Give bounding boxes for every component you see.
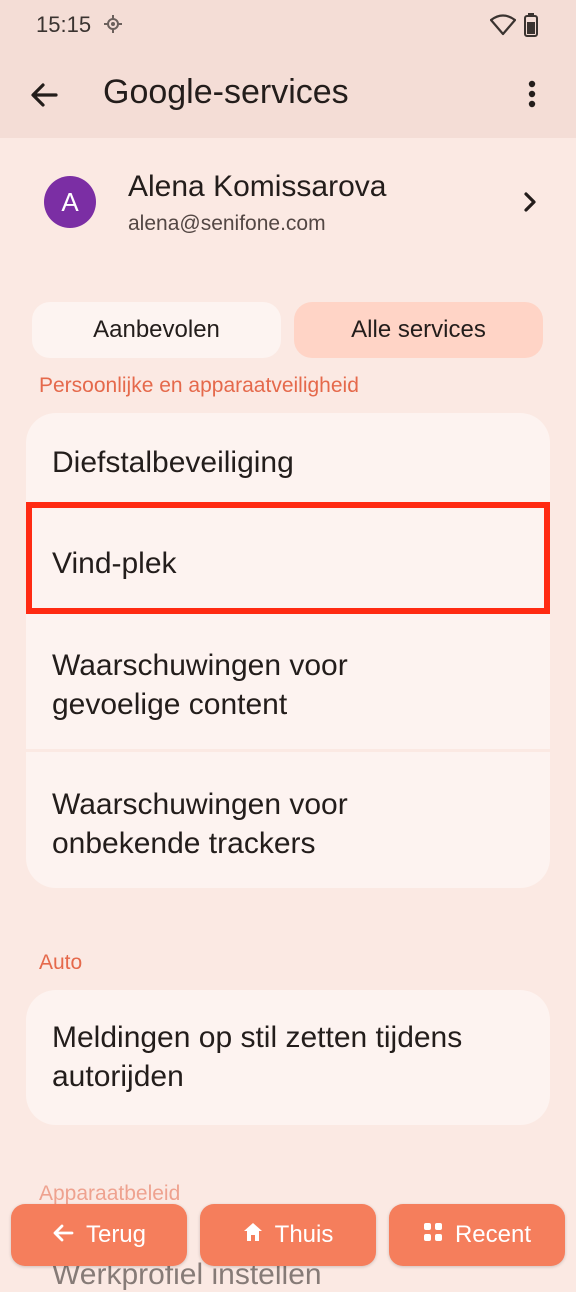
section-label-auto: Auto (39, 951, 83, 974)
grid-icon (423, 1221, 443, 1249)
list-item-label-line2: gevoelige content (52, 688, 288, 721)
section-label-safety: Persoonlijke en apparaatveiligheid (39, 374, 359, 397)
battery-icon (524, 13, 538, 42)
highlight-box (26, 502, 550, 614)
arrow-left-icon (52, 1221, 74, 1249)
account-row[interactable]: A Alena Komissarova alena@senifone.com (0, 160, 576, 250)
list-item-label-line2: autorijden (52, 1060, 184, 1093)
list-item-mute-while-driving[interactable]: Meldingen op stil zetten tijdens autorij… (26, 990, 550, 1125)
account-name: Alena Komissarova (128, 170, 387, 203)
more-options-icon[interactable] (512, 76, 552, 116)
chevron-right-icon (518, 188, 542, 221)
nav-home-label: Thuis (274, 1221, 334, 1248)
status-bar: 15:15 (0, 0, 576, 50)
list-item-label-line1: Meldingen op stil zetten tijdens (52, 1021, 463, 1054)
avatar: A (44, 176, 96, 228)
nav-back-label: Terug (85, 1221, 147, 1248)
list-item-unknown-tracker-warnings[interactable]: Waarschuwingen voor onbekende trackers (26, 752, 550, 888)
list-item-label-line2: onbekende trackers (52, 827, 316, 860)
account-email: alena@senifone.com (128, 212, 326, 235)
nav-recent-label: Recent (454, 1221, 532, 1248)
list-item-label-line1: Waarschuwingen voor (52, 649, 348, 682)
home-icon (243, 1221, 263, 1249)
wifi-icon (489, 14, 517, 41)
section-label-device-policy: Apparaatbeleid (39, 1182, 181, 1205)
list-item-sensitive-content-warnings[interactable]: Waarschuwingen voor gevoelige content (26, 613, 550, 749)
page-title: Google-services (103, 73, 349, 111)
nav-home-button[interactable]: Thuis (200, 1204, 376, 1266)
list-item-theft-protection[interactable]: Diefstalbeveiliging (26, 413, 550, 503)
location-icon (103, 14, 123, 39)
list-item-label-line1: Waarschuwingen voor (52, 788, 348, 821)
tab-all-services[interactable]: Alle services (294, 302, 543, 358)
nav-back-button[interactable]: Terug (11, 1204, 187, 1266)
nav-recent-button[interactable]: Recent (389, 1204, 565, 1266)
list-item-label: Diefstalbeveiliging (52, 446, 294, 479)
app-bar: Google-services (0, 50, 576, 138)
status-time: 15:15 (36, 12, 92, 37)
tab-recommended[interactable]: Aanbevolen (32, 302, 281, 358)
back-arrow-icon[interactable] (22, 72, 68, 118)
